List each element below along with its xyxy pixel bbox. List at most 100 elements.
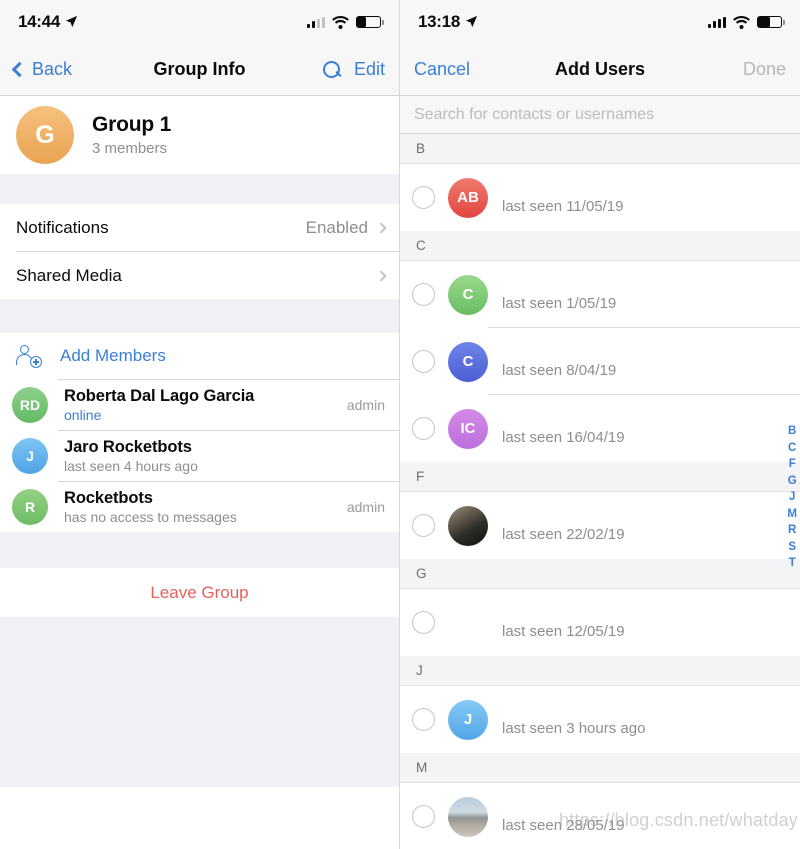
select-checkbox[interactable] [412,283,435,306]
search-icon[interactable] [322,60,341,79]
leave-group-button[interactable]: Leave Group [0,568,399,617]
section-gap-3 [0,532,399,568]
group-avatar-initial: G [35,120,55,149]
member-status: has no access to messages [64,509,237,525]
index-letter[interactable]: J [789,491,795,503]
index-letter[interactable]: C [788,442,796,454]
notifications-value: Enabled [305,217,368,237]
navbar-right: Cancel Add Users Done [400,44,800,96]
section-header-m: M [400,753,800,783]
member-avatar-initials: R [24,499,36,515]
navbar-right-actions: Edit [322,59,385,80]
contact-row[interactable]: G last seen 12/05/19 [400,589,800,656]
search-bar[interactable] [400,96,800,134]
add-members-button[interactable]: Add Members [0,333,399,379]
group-name: Group 1 [92,113,172,136]
done-button[interactable]: Done [743,59,786,80]
member-avatar-initials: RD [19,397,41,413]
select-checkbox[interactable] [412,805,435,828]
contact-status: last seen 16/04/19 [502,428,625,446]
battery-icon [356,16,384,28]
contact-status: last seen 12/05/19 [502,622,625,640]
contact-info: last seen 22/02/19 [502,509,800,543]
index-letter[interactable]: S [788,541,796,553]
contact-info: last seen 11/05/19 [502,181,800,215]
group-header[interactable]: G Group 1 3 members [0,96,399,174]
add-members-label: Add Members [60,346,166,365]
select-checkbox[interactable] [412,417,435,440]
member-row[interactable]: J Jaro Rocketbots last seen 4 hours ago [0,431,399,481]
member-admin-badge: admin [346,499,385,515]
index-letter[interactable]: T [789,557,796,569]
status-bar-right: 13:18 [400,0,800,44]
status-indicators-right [708,15,785,29]
alphabet-index[interactable]: B C F G J M R S T [787,425,797,569]
member-status: online [64,407,102,423]
contact-avatar: C [448,274,488,315]
location-arrow-icon [65,15,78,27]
contact-avatar-initials: C [462,286,474,303]
contact-info: last seen 8/04/19 [502,345,800,379]
index-letter[interactable]: B [788,425,796,437]
status-time-left: 14:44 [18,12,78,32]
group-members-count: 3 members [92,140,168,157]
battery-icon [757,16,785,28]
chevron-right-icon [375,221,387,234]
edit-button[interactable]: Edit [354,59,385,80]
contact-avatar-initials: J [463,711,473,728]
member-name: Rocketbots [64,489,153,507]
member-row[interactable]: R Rocketbots has no access to messages a… [0,482,399,532]
select-checkbox[interactable] [412,186,435,209]
select-checkbox[interactable] [412,514,435,537]
member-name: Jaro Rocketbots [64,438,192,456]
search-input[interactable] [414,105,800,124]
member-avatar: J [12,438,48,474]
contact-info: last seen 12/05/19 [502,606,800,640]
contact-avatar: AB [448,177,488,218]
settings-row-notifications[interactable]: Notifications Enabled [0,204,399,251]
cancel-button[interactable]: Cancel [414,59,470,80]
chevron-left-icon [11,61,28,78]
contact-row[interactable]: C last seen 1/05/19 [400,261,800,328]
contact-row[interactable]: IC last seen 16/04/19 [400,395,800,462]
index-letter[interactable]: G [788,475,797,487]
member-status: last seen 4 hours ago [64,458,198,474]
contact-row[interactable]: last seen 28/05/19 [400,783,800,849]
section-header-j: J [400,656,800,686]
contact-status: last seen 8/04/19 [502,361,617,379]
back-button[interactable]: Back [11,59,73,80]
contact-avatar-photo [448,505,488,546]
section-header-f: F [400,462,800,492]
location-arrow-icon [465,15,478,27]
contact-avatar: J [448,699,488,740]
group-info-screen: 14:44 Back Group Info Edit G Group 1 3 m… [0,0,400,849]
select-checkbox[interactable] [412,708,435,731]
select-checkbox[interactable] [412,350,435,373]
contact-name [502,278,800,295]
back-button-label: Back [32,59,73,79]
contact-status: last seen 22/02/19 [502,525,625,543]
contact-row[interactable]: C last seen 8/04/19 [400,328,800,395]
member-avatar-initials: J [26,448,34,464]
group-meta: Group 1 3 members [92,113,171,157]
member-info: Jaro Rocketbots last seen 4 hours ago [64,438,385,474]
contact-info: last seen 28/05/19 [502,800,800,834]
add-users-screen: 13:18 Cancel Add Users Done B AB [400,0,800,849]
cellular-signal-icon [307,16,325,28]
navbar-left: Back Group Info Edit [0,44,399,96]
section-header-g: G [400,559,800,589]
index-letter[interactable]: R [788,524,796,536]
member-name: Roberta Dal Lago Garcia [64,387,255,405]
member-row[interactable]: RD Roberta Dal Lago Garcia online admin [0,380,399,430]
contact-avatar-initials: AB [457,189,479,206]
settings-row-shared-media[interactable]: Shared Media [0,252,399,299]
contact-row[interactable]: AB last seen 11/05/19 [400,164,800,231]
contact-avatar: G [448,603,488,643]
contact-row[interactable]: last seen 22/02/19 [400,492,800,559]
chevron-right-icon [375,269,387,282]
index-letter[interactable]: F [789,458,796,470]
contact-avatar-photo [448,796,488,837]
index-letter[interactable]: M [787,508,797,520]
contact-row[interactable]: J last seen 3 hours ago [400,686,800,753]
select-checkbox[interactable] [412,611,435,634]
